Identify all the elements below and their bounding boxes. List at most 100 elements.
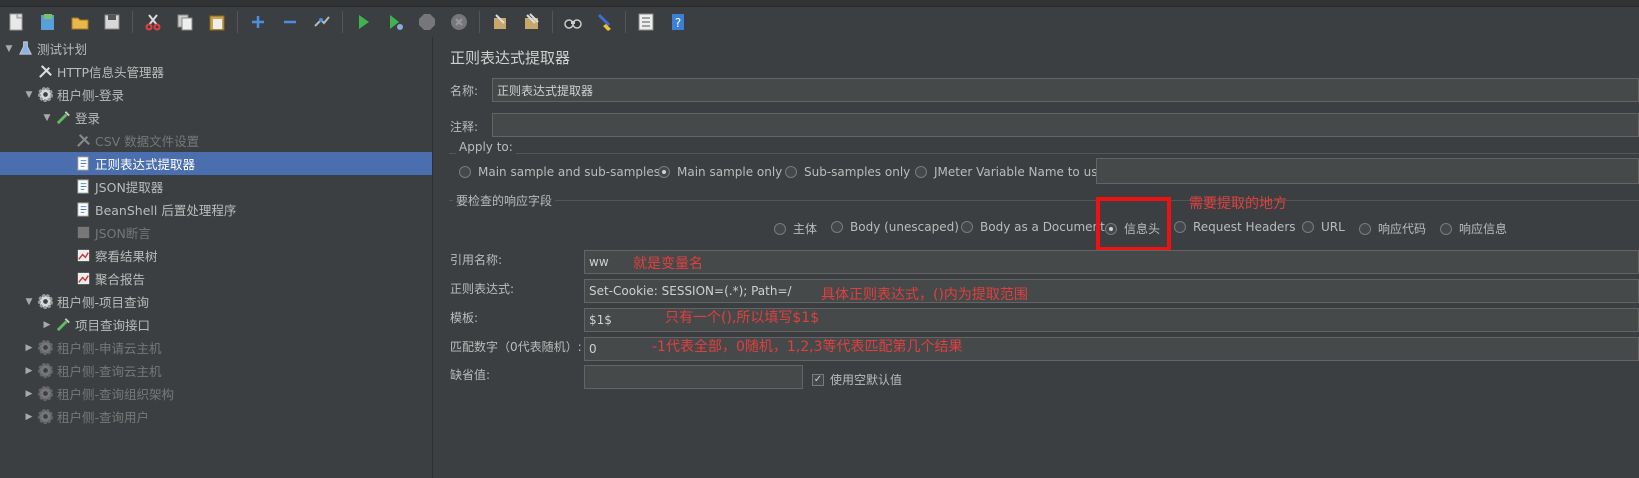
help-icon[interactable]: ? bbox=[662, 8, 694, 36]
cut-icon[interactable] bbox=[137, 8, 169, 36]
annotation-regex-note: 具体正则表达式，()内为提取范围 bbox=[821, 287, 1028, 303]
tree-item-thread-group-query-user[interactable]: ▶ 租户侧-查询用户 bbox=[22, 405, 149, 428]
templates-icon[interactable] bbox=[32, 8, 64, 36]
radio-request-headers[interactable]: Request Headers bbox=[1174, 220, 1296, 234]
search-icon[interactable] bbox=[557, 8, 589, 36]
ref-name-label: 引用名称: bbox=[450, 253, 503, 267]
toolbar-separator bbox=[552, 11, 553, 33]
radio-body-unescaped[interactable]: Body (unescaped) bbox=[831, 220, 959, 234]
radio-body[interactable]: 主体 bbox=[774, 220, 817, 237]
tree-item-login-sampler[interactable]: ▼ 登录 bbox=[40, 106, 100, 129]
annotation-extract-here: 需要提取的地方 bbox=[1189, 196, 1287, 212]
tree-item-aggregate-report[interactable]: 聚合报告 bbox=[60, 267, 145, 290]
reset-search-icon[interactable] bbox=[589, 8, 621, 36]
pipette-icon bbox=[54, 316, 72, 334]
paste-icon[interactable] bbox=[201, 8, 233, 36]
tree-item-label: JSON提取器 bbox=[95, 180, 164, 195]
svg-text:?: ? bbox=[675, 16, 681, 30]
comment-label: 注释: bbox=[450, 120, 479, 134]
tree-item-http-header-manager[interactable]: HTTP信息头管理器 bbox=[22, 60, 164, 83]
radio-dot bbox=[831, 221, 843, 233]
tree-item-csv-data-set[interactable]: CSV 数据文件设置 bbox=[60, 129, 199, 152]
tree-item-beanshell-postprocessor[interactable]: BeanShell 后置处理程序 bbox=[60, 198, 236, 221]
tree-item-label: 租户侧-查询组织架构 bbox=[57, 387, 175, 402]
save-icon[interactable] bbox=[96, 8, 128, 36]
name-input[interactable]: 正则表达式提取器 bbox=[492, 78, 1639, 102]
jmeter-variable-input[interactable] bbox=[1096, 158, 1639, 184]
tree-item-thread-group-apply-host[interactable]: ▶ 租户侧-申请云主机 bbox=[22, 336, 162, 359]
radio-body-as-document[interactable]: Body as a Document bbox=[961, 220, 1105, 234]
flask-icon bbox=[16, 40, 34, 58]
tree-item-thread-group-query-host[interactable]: ▶ 租户侧-查询云主机 bbox=[22, 359, 162, 382]
radio-url[interactable]: URL bbox=[1302, 220, 1345, 234]
expanded-arrow-icon[interactable]: ▼ bbox=[2, 44, 16, 54]
toolbar-separator bbox=[132, 11, 133, 33]
toolbar-separator bbox=[625, 11, 626, 33]
tree-item-test-plan[interactable]: ▼ 测试计划 bbox=[2, 37, 87, 60]
comment-input[interactable] bbox=[492, 113, 1639, 137]
tree-item-label: CSV 数据文件设置 bbox=[95, 134, 200, 149]
expanded-arrow-icon[interactable]: ▼ bbox=[22, 297, 36, 307]
tree-item-label: 察看结果树 bbox=[95, 249, 158, 264]
collapsed-arrow-icon[interactable]: ▶ bbox=[22, 389, 36, 399]
expand-icon[interactable] bbox=[242, 8, 274, 36]
document-edit-icon bbox=[74, 155, 92, 173]
shutdown-icon[interactable] bbox=[443, 8, 475, 36]
default-value-input[interactable] bbox=[584, 365, 803, 389]
tree-item-thread-group-project-query[interactable]: ▼ 租户侧-项目查询 bbox=[22, 290, 149, 313]
regex-input[interactable]: Set-Cookie: SESSION=(.*); Path=/ bbox=[584, 279, 1639, 303]
radio-response-code[interactable]: 响应代码 bbox=[1359, 220, 1426, 237]
radio-dot bbox=[915, 166, 927, 178]
tree-item-thread-group-login[interactable]: ▼ 租户侧-登录 bbox=[22, 83, 124, 106]
highlight-box bbox=[1096, 197, 1171, 251]
tree-item-label: 租户侧-项目查询 bbox=[57, 295, 150, 310]
tree-item-regex-extractor[interactable]: 正则表达式提取器 bbox=[0, 152, 432, 175]
collapsed-arrow-icon[interactable]: ▶ bbox=[22, 366, 36, 376]
radio-main-sample-only[interactable]: Main sample only bbox=[658, 165, 782, 179]
tree-item-label: 项目查询接口 bbox=[75, 318, 151, 333]
function-helper-icon[interactable] bbox=[630, 8, 662, 36]
new-icon[interactable] bbox=[0, 8, 32, 36]
toggle-icon[interactable] bbox=[306, 8, 338, 36]
gear-icon bbox=[36, 339, 54, 357]
start-no-pauses-icon[interactable] bbox=[379, 8, 411, 36]
chart-icon bbox=[74, 247, 92, 265]
tree-item-label: 聚合报告 bbox=[95, 272, 146, 287]
clear-icon[interactable] bbox=[484, 8, 516, 36]
pipette-icon bbox=[54, 109, 72, 127]
tree-item-label: 测试计划 bbox=[37, 42, 88, 57]
expanded-arrow-icon[interactable]: ▼ bbox=[22, 90, 36, 100]
tree-item-project-query-api[interactable]: ▶ 项目查询接口 bbox=[40, 313, 150, 336]
ref-name-input[interactable]: ww bbox=[584, 250, 1639, 274]
use-empty-default-checkbox[interactable]: ✓ 使用空默认值 bbox=[812, 371, 902, 388]
stop-icon[interactable] bbox=[411, 8, 443, 36]
split-pane-divider[interactable] bbox=[432, 37, 441, 478]
tree-item-label: HTTP信息头管理器 bbox=[57, 65, 164, 80]
collapsed-arrow-icon[interactable]: ▶ bbox=[22, 412, 36, 422]
radio-main-and-sub-samples[interactable]: Main sample and sub-samples bbox=[459, 165, 660, 179]
tree-item-view-results-tree[interactable]: 察看结果树 bbox=[60, 244, 158, 267]
copy-icon[interactable] bbox=[169, 8, 201, 36]
radio-jmeter-variable[interactable]: JMeter Variable Name to use bbox=[915, 165, 1105, 179]
collapsed-arrow-icon[interactable]: ▶ bbox=[40, 320, 54, 330]
regex-label: 正则表达式: bbox=[450, 282, 515, 296]
toolbar-separator bbox=[342, 11, 343, 33]
template-label: 模板: bbox=[450, 311, 479, 325]
assertion-icon bbox=[74, 224, 92, 242]
open-icon[interactable] bbox=[64, 8, 96, 36]
tree-item-thread-group-query-org[interactable]: ▶ 租户侧-查询组织架构 bbox=[22, 382, 174, 405]
radio-response-message[interactable]: 响应信息 bbox=[1440, 220, 1507, 237]
start-icon[interactable] bbox=[347, 8, 379, 36]
gear-icon bbox=[36, 86, 54, 104]
tree-item-json-extractor[interactable]: JSON提取器 bbox=[60, 175, 163, 198]
tree-item-json-assertion[interactable]: JSON断言 bbox=[60, 221, 151, 244]
chart-icon bbox=[74, 270, 92, 288]
tree-item-label: 租户侧-申请云主机 bbox=[57, 341, 162, 356]
collapsed-arrow-icon[interactable]: ▶ bbox=[22, 343, 36, 353]
clear-all-icon[interactable] bbox=[516, 8, 548, 36]
test-plan-tree: ▼ 测试计划 HTTP信息头管理器 ▼ 租户侧-登录 ▼ 登录 CSV 数据文件… bbox=[0, 37, 432, 478]
collapse-icon[interactable] bbox=[274, 8, 306, 36]
radio-sub-samples-only[interactable]: Sub-samples only bbox=[785, 165, 910, 179]
document-edit-icon bbox=[74, 201, 92, 219]
expanded-arrow-icon[interactable]: ▼ bbox=[40, 113, 54, 123]
